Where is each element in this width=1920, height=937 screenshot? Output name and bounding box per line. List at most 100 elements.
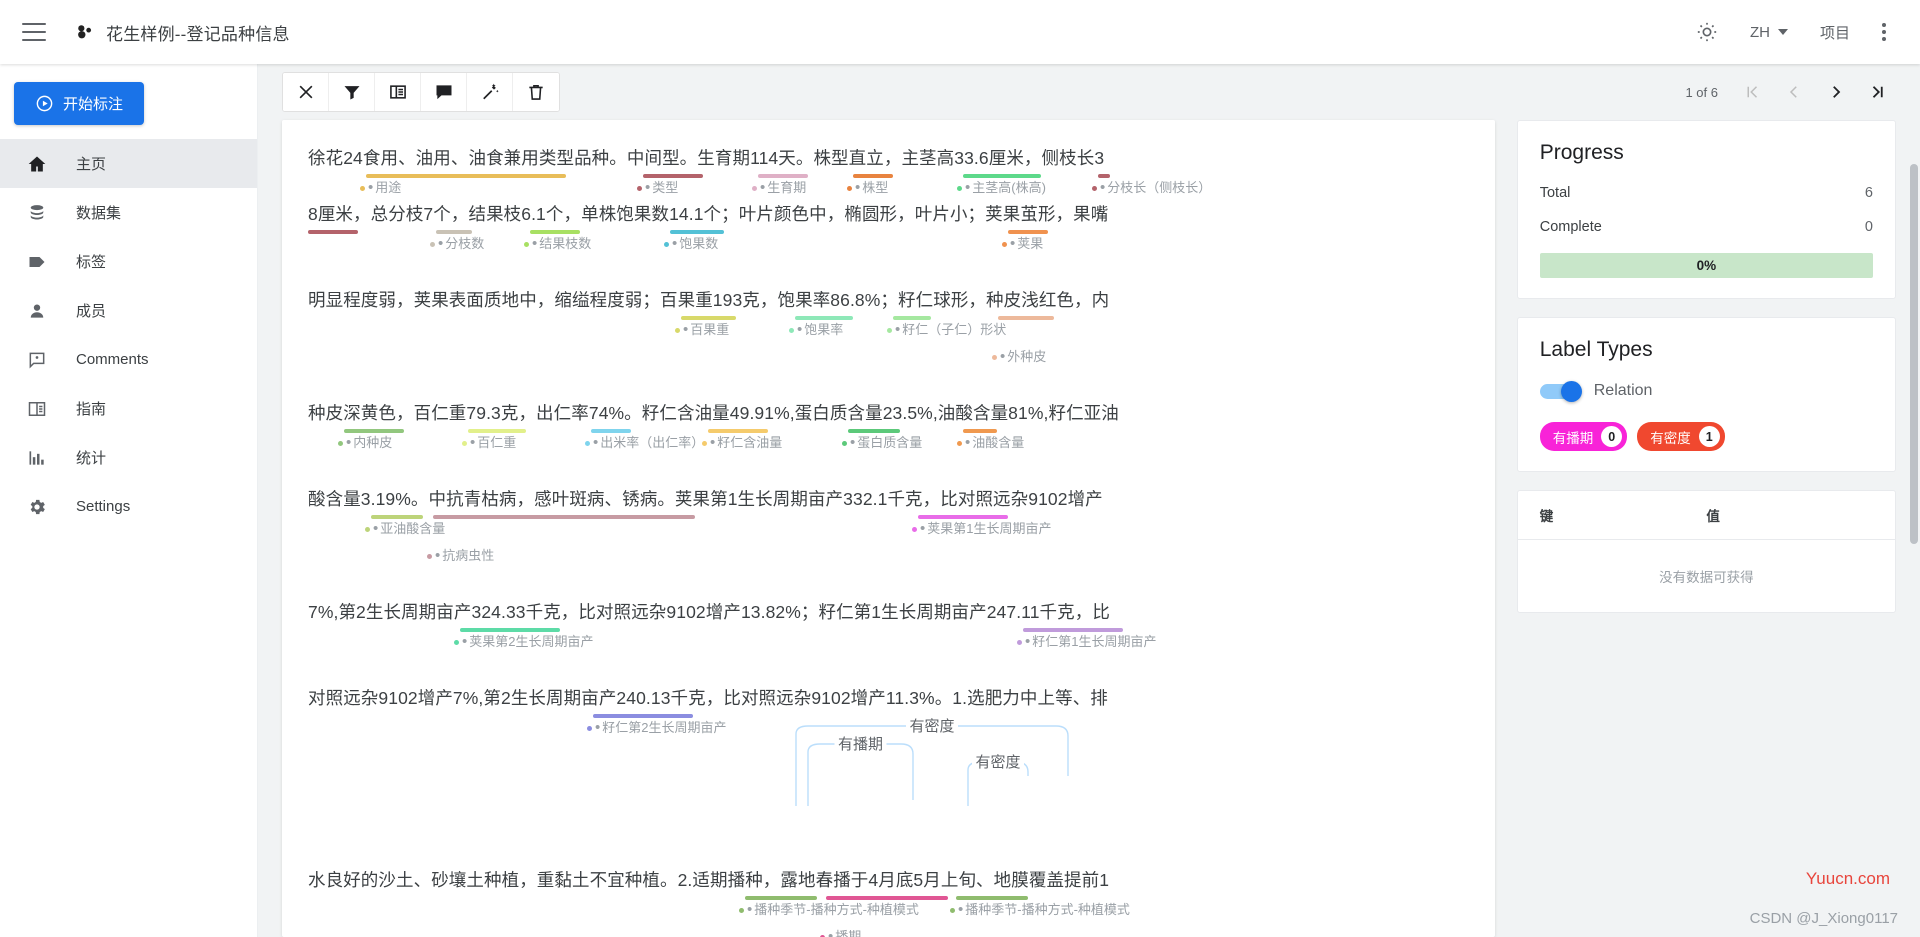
entity-label[interactable]: 播种季节-播种方式-种植模式 [747, 902, 919, 917]
entity-label[interactable]: 结果枝数 [532, 236, 591, 251]
sidebar-item-settings[interactable]: Settings [0, 482, 257, 531]
entity-label[interactable]: 出米率（出仁率） [593, 435, 704, 450]
entity-label[interactable]: 籽仁第2生长周期亩产 [595, 720, 727, 735]
entity-label[interactable]: 饱果率 [797, 322, 843, 337]
prev-page-icon[interactable] [1776, 74, 1812, 110]
entity-label[interactable]: 播种季节-播种方式-种植模式 [958, 902, 1130, 917]
start-annotation-button[interactable]: 开始标注 [14, 82, 144, 125]
entity-underline[interactable] [366, 174, 566, 178]
entity-label[interactable]: 生育期 [760, 180, 806, 195]
entity-underline[interactable] [956, 896, 1028, 900]
text-paragraph[interactable]: 对照远杂9102增产7%,第2生长周期亩产240.13千克，比对照远杂9102增… [308, 690, 1469, 746]
first-page-icon[interactable] [1734, 74, 1770, 110]
entity-label[interactable]: 百果重 [683, 322, 729, 337]
annotation-document[interactable]: 徐花24食用、油用、油食兼用类型品种。中间型。生育期114天。株型直立，主茎高3… [282, 120, 1495, 937]
sidebar-item-guideline[interactable]: 指南 [0, 384, 257, 433]
entity-label[interactable]: 荚果第2生长周期亩产 [462, 634, 594, 649]
layout-icon[interactable] [375, 73, 421, 111]
entity-underline[interactable] [643, 174, 703, 178]
text-line[interactable]: 8厘米，总分枝7个，结果枝6.1个，单株饱果数14.1个；叶片颜色中，椭圆形，叶… [308, 206, 1469, 262]
entity-label[interactable]: 分枝长（侧枝长） [1100, 180, 1211, 195]
text-line[interactable]: 徐花24食用、油用、油食兼用类型品种。中间型。生育期114天。株型直立，主茎高3… [308, 150, 1469, 206]
entity-label[interactable]: 外种皮 [1000, 349, 1046, 364]
auto-label-icon[interactable] [467, 73, 513, 111]
entity-underline[interactable] [893, 316, 931, 320]
entity-underline[interactable] [468, 429, 526, 433]
entity-underline[interactable] [371, 515, 423, 519]
entity-label[interactable]: 百仁重 [470, 435, 516, 450]
hamburger-icon[interactable] [22, 23, 46, 41]
relation-toggle-row[interactable]: Relation [1540, 382, 1873, 400]
text-paragraph[interactable]: 明显程度弱，荚果表面质地中，缩缢程度弱；百果重193克，饱果率86.8%；籽仁球… [308, 292, 1469, 375]
entity-underline[interactable] [591, 429, 631, 433]
sidebar-item-dataset[interactable]: 数据集 [0, 188, 257, 237]
entity-underline[interactable] [795, 316, 853, 320]
entity-underline[interactable] [530, 230, 580, 234]
next-page-icon[interactable] [1818, 74, 1854, 110]
last-page-icon[interactable] [1860, 74, 1896, 110]
entity-underline[interactable] [963, 429, 997, 433]
sun-icon[interactable] [1680, 8, 1734, 56]
entity-underline[interactable] [1008, 230, 1048, 234]
text-line[interactable]: 对照远杂9102增产7%,第2生长周期亩产240.13千克，比对照远杂9102增… [308, 690, 1469, 746]
entity-underline[interactable] [963, 174, 1041, 178]
entity-label[interactable]: 饱果数 [672, 236, 718, 251]
text-line[interactable]: 种皮深黄色，百仁重79.3克，出仁率74%。籽仁含油量49.91%,蛋白质含量2… [308, 405, 1469, 461]
text-paragraph[interactable]: 徐花24食用、油用、油食兼用类型品种。中间型。生育期114天。株型直立，主茎高3… [308, 150, 1469, 262]
label-chip[interactable]: 有播期0 [1540, 422, 1628, 451]
entity-underline[interactable] [918, 515, 1008, 519]
entity-underline[interactable] [593, 714, 693, 718]
entity-underline[interactable] [853, 174, 893, 178]
language-selector[interactable]: ZH [1734, 8, 1804, 56]
entity-underline[interactable] [344, 429, 404, 433]
entity-underline[interactable] [460, 628, 560, 632]
entity-underline[interactable] [681, 316, 736, 320]
label-chip[interactable]: 有密度1 [1637, 422, 1725, 451]
entity-underline[interactable] [826, 896, 948, 900]
entity-underline[interactable] [848, 429, 900, 433]
project-menu-button[interactable]: 项目 [1804, 8, 1866, 56]
text-paragraph[interactable]: 种皮深黄色，百仁重79.3克，出仁率74%。籽仁含油量49.91%,蛋白质含量2… [308, 405, 1469, 461]
sidebar-item-comments[interactable]: Comments [0, 335, 257, 384]
entity-label[interactable]: 分枝数 [438, 236, 484, 251]
text-line[interactable]: 酸含量3.19%。中抗青枯病，感叶斑病、锈病。荚果第1生长周期亩产332.1千克… [308, 491, 1469, 574]
text-line[interactable]: 7%,第2生长周期亩产324.33千克，比对照远杂9102增产13.82%；籽仁… [308, 604, 1469, 660]
entity-underline[interactable] [998, 316, 1054, 320]
sidebar-item-members[interactable]: 成员 [0, 286, 257, 335]
entity-underline[interactable] [1098, 174, 1110, 178]
entity-label[interactable]: 播期 [828, 929, 861, 937]
sidebar-item-home[interactable]: 主页 [0, 139, 257, 188]
entity-label[interactable]: 用途 [368, 180, 401, 195]
entity-label[interactable]: 荚果 [1010, 236, 1043, 251]
text-paragraph[interactable]: 水良好的沙土、砂壤土种植，重黏土不宜种植。2.适期播种，露地春播于4月底5月上旬… [308, 776, 1469, 937]
entity-label[interactable]: 蛋白质含量 [850, 435, 922, 450]
entity-underline[interactable] [745, 896, 817, 900]
filter-icon[interactable] [329, 73, 375, 111]
sidebar-item-labels[interactable]: 标签 [0, 237, 257, 286]
kebab-menu-icon[interactable] [1866, 8, 1902, 56]
entity-underline[interactable] [433, 515, 695, 519]
entity-label[interactable]: 油酸含量 [965, 435, 1024, 450]
sidebar-item-statistics[interactable]: 统计 [0, 433, 257, 482]
entity-label[interactable]: 株型 [855, 180, 888, 195]
relation-toggle[interactable] [1540, 384, 1580, 399]
entity-underline[interactable] [670, 230, 724, 234]
entity-label[interactable]: 内种皮 [346, 435, 392, 450]
text-paragraph[interactable]: 7%,第2生长周期亩产324.33千克，比对照远杂9102增产13.82%；籽仁… [308, 604, 1469, 660]
entity-label[interactable]: 类型 [645, 180, 678, 195]
entity-underline[interactable] [1023, 628, 1123, 632]
entity-label[interactable]: 荚果第1生长周期亩产 [920, 521, 1052, 536]
delete-icon[interactable] [513, 73, 559, 111]
entity-underline[interactable] [758, 174, 808, 178]
text-paragraph[interactable]: 酸含量3.19%。中抗青枯病，感叶斑病、锈病。荚果第1生长周期亩产332.1千克… [308, 491, 1469, 574]
entity-label[interactable]: 籽仁第1生长周期亩产 [1025, 634, 1157, 649]
entity-label[interactable]: 主茎高(株高) [965, 180, 1046, 195]
text-line[interactable]: 明显程度弱，荚果表面质地中，缩缢程度弱；百果重193克，饱果率86.8%；籽仁球… [308, 292, 1469, 375]
text-line[interactable]: 水良好的沙土、砂壤土种植，重黏土不宜种植。2.适期播种，露地春播于4月底5月上旬… [308, 872, 1469, 937]
comment-icon[interactable] [421, 73, 467, 111]
entity-label[interactable]: 亚油酸含量 [373, 521, 445, 536]
entity-label[interactable]: 籽仁含油量 [710, 435, 782, 450]
relation-label[interactable]: 有密度 [975, 754, 1020, 771]
entity-underline[interactable] [308, 230, 358, 234]
document-scrollbar[interactable] [1910, 164, 1918, 544]
